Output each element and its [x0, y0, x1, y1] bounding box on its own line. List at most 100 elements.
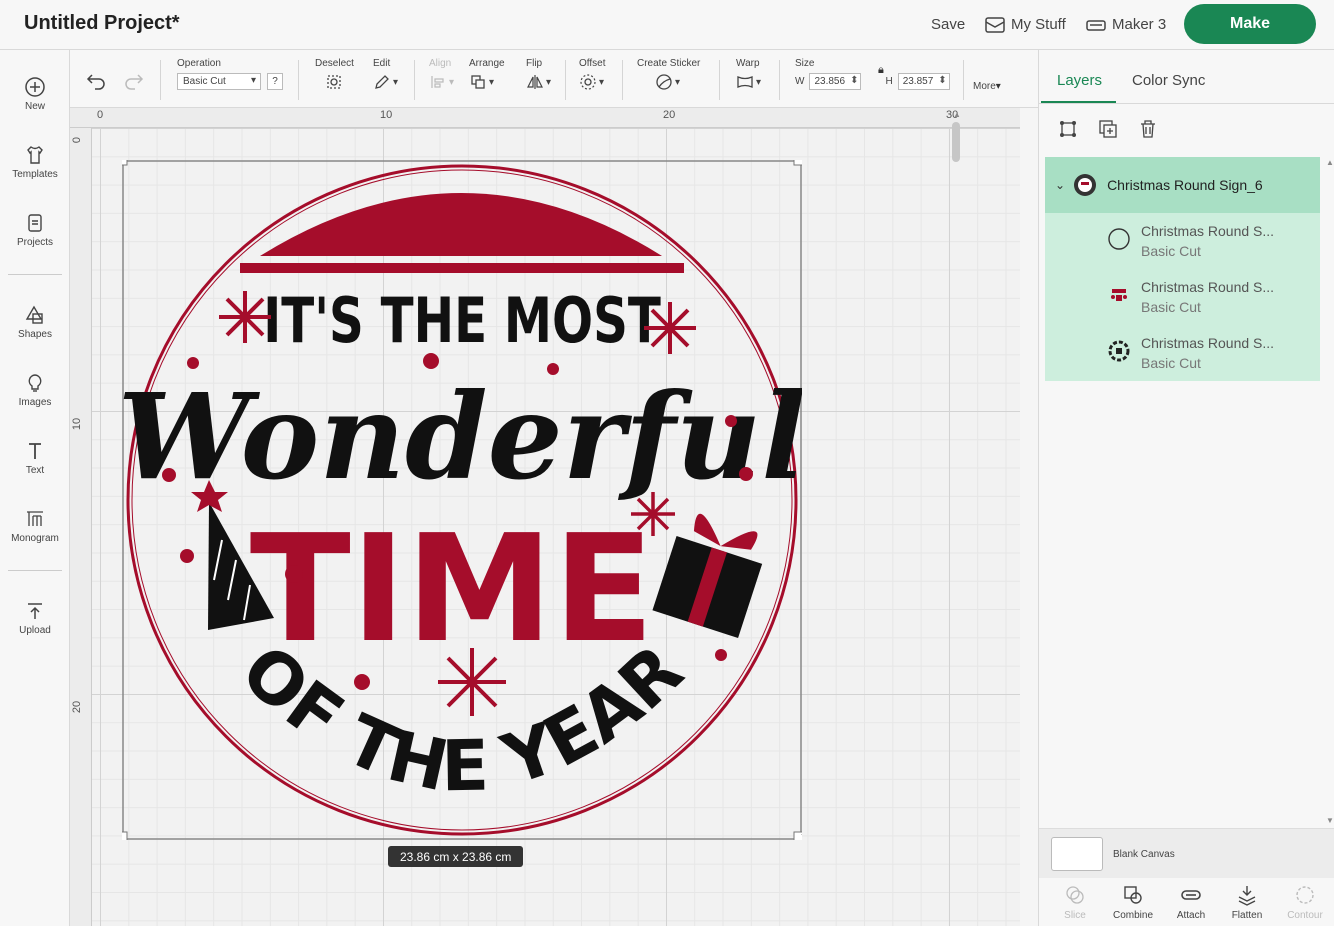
resize-handle[interactable]: [793, 160, 802, 166]
warp-button[interactable]: Warp ▾: [736, 58, 761, 91]
duplicate-icon[interactable]: [1097, 118, 1119, 140]
operation-help-button[interactable]: ?: [267, 73, 283, 90]
projects-button[interactable]: Projects: [0, 212, 70, 248]
text-button[interactable]: Text: [0, 440, 70, 476]
headline-line-2: Wonderful: [122, 367, 802, 506]
tab-color-sync[interactable]: Color Sync: [1132, 72, 1205, 89]
new-label: New: [24, 101, 45, 112]
flip-button[interactable]: Flip ▾: [526, 58, 551, 91]
scroll-up-icon[interactable]: ▲: [1326, 158, 1334, 167]
projects-label: Projects: [16, 237, 54, 248]
scroll-down-icon[interactable]: ▼: [1326, 816, 1334, 825]
lock-icon[interactable]: 🔒︎: [878, 64, 884, 77]
monogram-icon: [27, 511, 43, 526]
new-button[interactable]: New: [0, 76, 70, 112]
toolbar-divider: [565, 60, 566, 100]
text-icon: [29, 443, 41, 459]
pencil-icon: [375, 75, 389, 89]
upload-button[interactable]: Upload: [0, 600, 70, 636]
shapes-button[interactable]: Shapes: [0, 304, 70, 340]
layer-row[interactable]: Christmas Round S... Basic Cut: [1045, 269, 1320, 325]
images-button[interactable]: Images: [0, 372, 70, 408]
offset-button[interactable]: Offset ▾: [579, 58, 606, 91]
blank-canvas-row[interactable]: Blank Canvas: [1039, 828, 1334, 878]
headline-line-1: IT'S THE MOST: [263, 285, 661, 357]
canvas-scrollbar[interactable]: ▲: [950, 108, 962, 926]
chevron-down-icon[interactable]: ⌄: [1055, 178, 1065, 192]
save-label: Save: [931, 16, 966, 33]
layer-children: Christmas Round S... Basic Cut Christmas…: [1045, 213, 1320, 381]
ruler-tick: 20: [663, 109, 676, 121]
christmas-round-sign[interactable]: IT'S THE MOST Wonderful TIME OF THE YEAR: [122, 160, 802, 840]
group-name: Christmas Round Sign_6: [1107, 177, 1263, 193]
size-label: Size: [795, 58, 815, 69]
images-label: Images: [18, 397, 52, 408]
monogram-label: Monogram: [11, 533, 59, 544]
contour-label: Contour: [1287, 910, 1323, 921]
save-button[interactable]: Save: [931, 16, 965, 33]
contour-icon: [1296, 886, 1314, 904]
snowflake-icon: [438, 648, 506, 716]
templates-button[interactable]: Templates: [0, 144, 70, 180]
templates-label: Templates: [12, 169, 58, 180]
toolbar-divider: [779, 60, 780, 100]
create-sticker-button[interactable]: Create Sticker ▾: [637, 58, 700, 91]
operation-select[interactable]: Basic Cut: [177, 73, 261, 90]
layer-group-row[interactable]: ⌄ Christmas Round Sign_6: [1045, 157, 1320, 213]
ruler-tick: 0: [71, 136, 84, 144]
edit-button[interactable]: Edit ▾: [373, 58, 398, 91]
redo-button[interactable]: [124, 58, 144, 95]
trash-icon[interactable]: [1137, 118, 1159, 140]
create-sticker-label: Create Sticker: [637, 58, 701, 69]
combine-icon: [1124, 886, 1142, 904]
contour-button[interactable]: Contour: [1277, 884, 1333, 921]
shapes-icon: [25, 305, 43, 324]
operation-label: Operation: [177, 58, 221, 69]
deselect-button[interactable]: Deselect: [315, 58, 354, 91]
resize-handle[interactable]: [122, 160, 128, 166]
size-readout: 23.86 cm x 23.86 cm: [388, 846, 524, 867]
ruler-tick: 10: [71, 417, 84, 431]
combine-button[interactable]: Combine: [1105, 884, 1161, 921]
my-stuff-button[interactable]: My Stuff: [985, 16, 1066, 33]
offset-icon: [580, 74, 596, 90]
group-icon[interactable]: [1057, 118, 1079, 140]
layer-row[interactable]: Christmas Round S... Basic Cut: [1045, 213, 1320, 269]
arrange-button[interactable]: Arrange ▾: [469, 58, 505, 91]
blank-canvas-swatch[interactable]: [1051, 837, 1103, 871]
upload-icon: [28, 603, 42, 619]
tab-layers[interactable]: Layers: [1057, 72, 1102, 89]
ruler-top: 0 10 20 30: [70, 108, 1020, 128]
chevron-down-icon: ▾: [449, 76, 455, 88]
make-button[interactable]: Make: [1184, 4, 1316, 44]
layer-row[interactable]: Christmas Round S... Basic Cut: [1045, 325, 1320, 381]
my-stuff-label: My Stuff: [1011, 16, 1066, 33]
layer-operation: Basic Cut: [1141, 355, 1201, 371]
ring-thumbnail: [1108, 228, 1130, 250]
warp-icon: [737, 76, 753, 88]
operation-group: Operation Basic Cut ?: [177, 58, 283, 90]
width-input[interactable]: 23.856: [809, 73, 862, 90]
undo-button[interactable]: [86, 58, 106, 95]
scrollbar-thumb[interactable]: [952, 122, 960, 162]
slice-label: Slice: [1064, 910, 1086, 921]
flatten-button[interactable]: Flatten: [1219, 884, 1275, 921]
project-title[interactable]: Untitled Project*: [24, 12, 180, 35]
toolbar-divider: [622, 60, 623, 100]
more-button[interactable]: More▾: [973, 76, 1001, 94]
redo-icon: [125, 74, 144, 90]
monogram-button[interactable]: Monogram: [0, 508, 70, 544]
resize-handle[interactable]: [122, 831, 128, 840]
ruler-tick: 20: [71, 700, 84, 714]
machine-select[interactable]: Maker 3: [1086, 16, 1166, 33]
align-button[interactable]: Align ▾: [429, 58, 454, 91]
chevron-down-icon: ▾: [393, 76, 399, 88]
height-input[interactable]: 23.857: [897, 73, 950, 90]
combine-label: Combine: [1112, 910, 1154, 921]
slice-button[interactable]: Slice: [1047, 884, 1103, 921]
top-bar: Untitled Project* Save My Stuff Maker 3 …: [0, 0, 1334, 50]
scroll-up-icon[interactable]: ▲: [953, 110, 961, 119]
dome-stripe: [240, 263, 684, 273]
attach-button[interactable]: Attach: [1163, 884, 1219, 921]
resize-handle[interactable]: [793, 831, 802, 840]
